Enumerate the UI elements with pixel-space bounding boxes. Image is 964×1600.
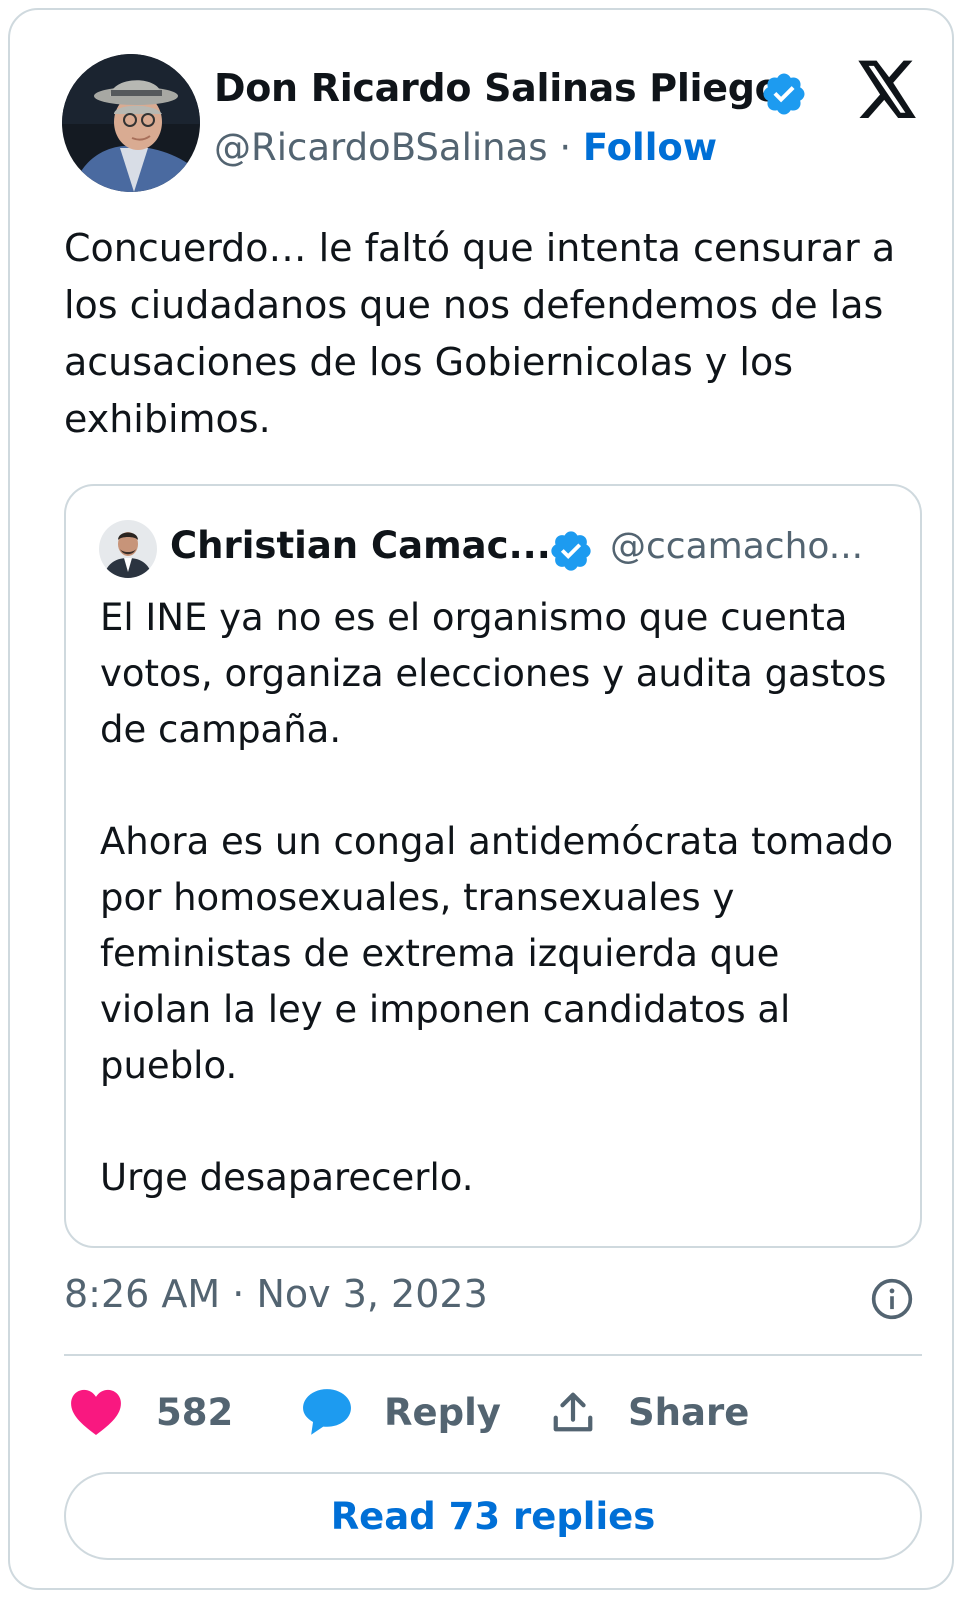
quoted-author-avatar[interactable] [99, 520, 157, 578]
x-logo-icon[interactable] [855, 60, 919, 120]
author-handle-line: @RicardoBSalinas · Follow [214, 126, 717, 169]
heart-icon [71, 1389, 121, 1435]
share-label: Share [628, 1390, 750, 1434]
share-upload-icon [553, 1392, 593, 1432]
reply-button[interactable]: Reply [302, 1380, 501, 1444]
author-handle[interactable]: @RicardoBSalinas [214, 126, 548, 169]
read-replies-button[interactable]: Read 73 replies [64, 1472, 922, 1560]
follow-button[interactable]: Follow [583, 126, 717, 169]
embedded-tweet-card: Don Ricardo Salinas Pliego @RicardoBSali… [8, 8, 954, 1590]
divider [64, 1354, 922, 1356]
verified-badge-icon [551, 531, 591, 571]
like-count: 582 [156, 1390, 234, 1434]
quoted-tweet-text: El INE ya no es el organismo que cuenta … [100, 590, 900, 1206]
timestamp-separator: · [232, 1272, 245, 1316]
handle-separator: · [559, 126, 572, 169]
like-button[interactable]: 582 [70, 1380, 233, 1444]
author-avatar[interactable] [62, 54, 200, 192]
share-button[interactable]: Share [550, 1380, 749, 1444]
quoted-author-name[interactable]: Christian Camac... [170, 524, 551, 567]
verified-badge-icon [763, 73, 805, 115]
tweet-time: 8:26 AM [64, 1272, 221, 1316]
tweet-date: Nov 3, 2023 [256, 1272, 488, 1316]
author-display-name[interactable]: Don Ricardo Salinas Pliego [214, 66, 781, 110]
quoted-paragraph: Ahora es un congal antidemócrata tomado … [100, 820, 894, 1087]
quoted-author-handle[interactable]: @ccamacho... [610, 526, 863, 567]
info-icon[interactable] [870, 1277, 914, 1321]
speech-bubble-icon [303, 1389, 351, 1435]
quoted-paragraph: El INE ya no es el organismo que cuenta … [100, 596, 887, 751]
quoted-tweet[interactable]: Christian Camac... @ccamacho... El INE y… [64, 484, 922, 1248]
tweet-timestamp[interactable]: 8:26 AM · Nov 3, 2023 [64, 1272, 488, 1316]
reply-label: Reply [384, 1390, 501, 1434]
quoted-paragraph: Urge desaparecerlo. [100, 1156, 474, 1199]
tweet-text: Concuerdo… le faltó que intenta censurar… [64, 226, 896, 441]
